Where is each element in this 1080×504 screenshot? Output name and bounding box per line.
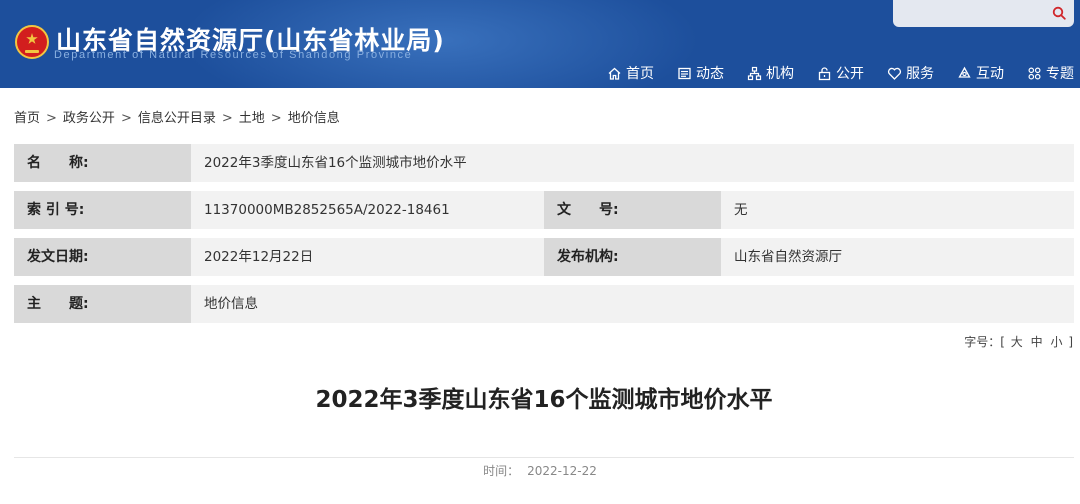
national-emblem-icon [15,25,49,59]
meta-label-org: 发布机构: [544,238,721,276]
font-size-large-button[interactable]: 大 [1011,335,1023,349]
meta-row-date: 发文日期: 2022年12月22日 发布机构: 山东省自然资源厅 [14,238,1074,276]
breadcrumb-separator: > [270,111,282,126]
nav-item-service[interactable]: 服务 [887,63,934,83]
font-size-selector: 字号：[ 大 中 小 ] [964,333,1073,350]
search-input[interactable] [893,0,1074,27]
nav-item-label: 服务 [906,66,934,82]
nav-item-public[interactable]: 公开 [817,63,864,83]
breadcrumb-separator: > [46,111,57,126]
publish-time-value: 2022-12-22 [527,464,597,478]
article-title: 2022年3季度山东省16个监测城市地价水平 [315,387,773,413]
news-icon [678,67,691,79]
meta-value-index: 11370000MB2852565A/2022-18461 [191,191,544,229]
publish-time-label: 时间： [483,464,520,478]
publish-time: 时间： 2022-12-22 [0,462,1080,479]
meta-label-date: 发文日期: [14,238,191,276]
meta-row-index: 索 引 号: 11370000MB2852565A/2022-18461 文 号… [14,191,1074,229]
nav-item-topics[interactable]: 专题 [1027,63,1074,83]
nav-item-label: 机构 [766,66,794,82]
meta-label-doc-no: 文 号: [544,191,721,229]
search-icon[interactable] [1052,6,1066,20]
breadcrumb-link-land-price[interactable]: 地价信息 [288,111,340,126]
lock-icon [818,66,831,80]
nav-item-interaction[interactable]: 互动 [957,63,1004,83]
breadcrumb: 首页 > 政务公开 > 信息公开目录 > 土地 > 地价信息 [14,107,340,126]
font-size-close-bracket: ] [1068,335,1073,349]
site-header: 山东省自然资源厅(山东省林业局) Department of Natural R… [0,0,1080,88]
meta-label-index: 索 引 号: [14,191,191,229]
main-nav: 首页 动态 机构 公开 服务 互动 专题 [584,62,1080,84]
site-subtitle: Department of Natural Resources of Shand… [54,49,413,61]
breadcrumb-link-catalog[interactable]: 信息公开目录 [138,111,216,126]
breadcrumb-separator: > [221,111,233,126]
nav-item-label: 首页 [626,66,654,82]
nav-item-label: 专题 [1046,66,1074,82]
home-icon [608,67,621,80]
meta-label-name: 名 称: [14,144,191,182]
grid-icon [1028,67,1041,80]
meta-value-doc-no: 无 [721,191,1074,229]
nav-item-home[interactable]: 首页 [607,63,654,83]
nav-item-label: 公开 [836,66,864,82]
font-size-small-button[interactable]: 小 [1050,335,1062,349]
interaction-icon [958,66,971,78]
nav-item-org[interactable]: 机构 [747,63,794,83]
meta-value-name: 2022年3季度山东省16个监测城市地价水平 [191,144,1074,182]
breadcrumb-separator: > [120,111,132,126]
meta-value-date: 2022年12月22日 [191,238,544,276]
font-size-label: 字号：[ [964,335,1005,349]
meta-row-subject: 主 题: 地价信息 [14,285,1074,323]
nav-item-news[interactable]: 动态 [677,63,724,83]
nav-item-label: 互动 [976,66,1004,82]
meta-value-org: 山东省自然资源厅 [721,238,1074,276]
nav-item-label: 动态 [696,66,724,82]
meta-label-subject: 主 题: [14,285,191,323]
meta-row-name: 名 称: 2022年3季度山东省16个监测城市地价水平 [14,144,1074,182]
org-chart-icon [747,66,762,80]
breadcrumb-link-land[interactable]: 土地 [239,111,265,126]
breadcrumb-link-home[interactable]: 首页 [14,111,40,126]
meta-value-subject: 地价信息 [191,285,1074,323]
divider [14,457,1074,458]
heart-icon [887,67,902,80]
font-size-medium-button[interactable]: 中 [1031,335,1043,349]
breadcrumb-link-affairs[interactable]: 政务公开 [63,111,115,126]
